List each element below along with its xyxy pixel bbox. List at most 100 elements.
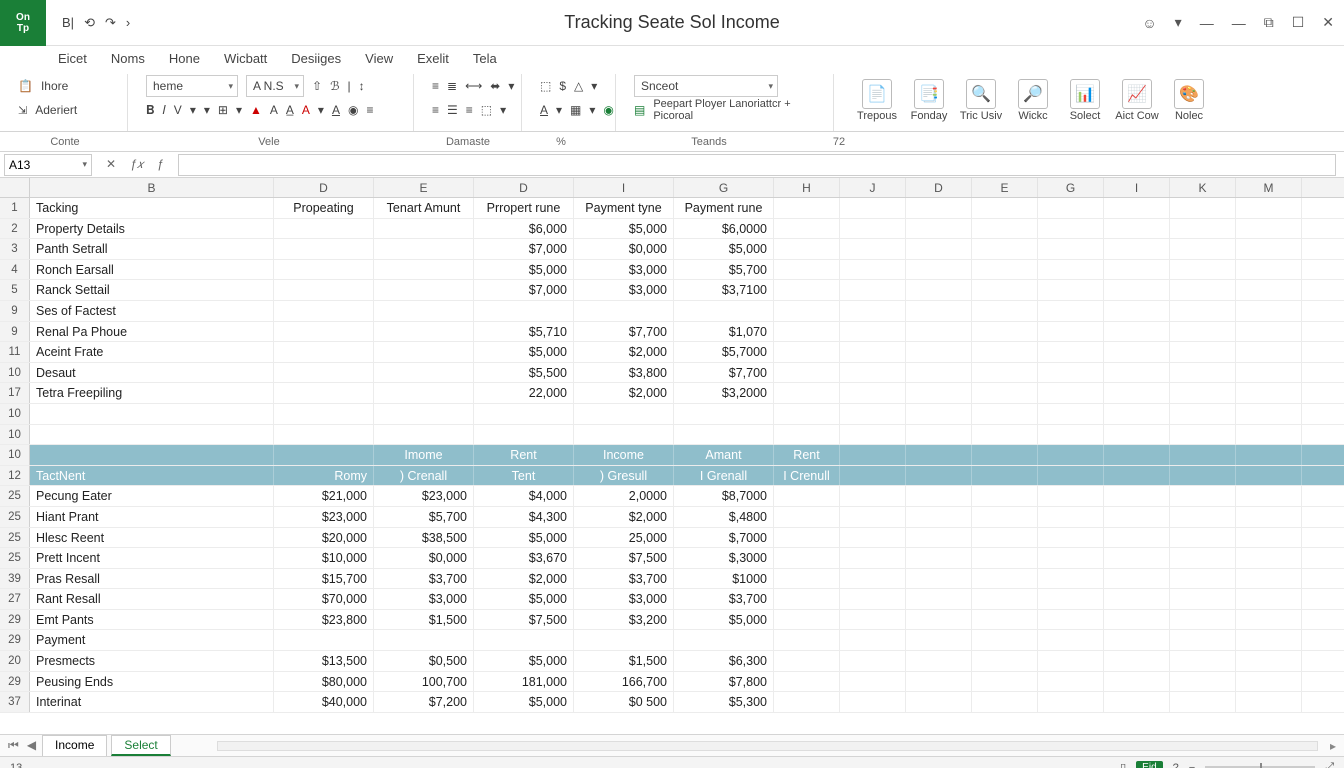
cell[interactable] bbox=[1236, 425, 1302, 445]
cell[interactable] bbox=[1236, 672, 1302, 692]
fx-insert-icon[interactable]: ƒ𝑥 bbox=[130, 157, 143, 172]
sheet-nav-icon[interactable]: ◀ bbox=[27, 738, 36, 753]
cell[interactable] bbox=[1104, 219, 1170, 239]
cell[interactable] bbox=[374, 219, 474, 239]
row-header[interactable]: 1 bbox=[0, 198, 30, 218]
cell[interactable] bbox=[1038, 342, 1104, 362]
cell[interactable]: $1,070 bbox=[674, 322, 774, 342]
cell[interactable] bbox=[774, 548, 840, 568]
align-left-icon[interactable]: ≡ bbox=[432, 103, 439, 117]
cell[interactable] bbox=[840, 363, 906, 383]
cell[interactable]: $5,000 bbox=[474, 260, 574, 280]
cell[interactable] bbox=[906, 260, 972, 280]
cell[interactable] bbox=[774, 404, 840, 424]
ribbon-button[interactable]: 🔍Tric Usiv bbox=[956, 79, 1006, 122]
cell[interactable] bbox=[840, 404, 906, 424]
column-header[interactable]: G bbox=[674, 178, 774, 197]
cell[interactable] bbox=[972, 630, 1038, 650]
cell[interactable]: $0,500 bbox=[374, 651, 474, 671]
cell[interactable] bbox=[674, 404, 774, 424]
cell[interactable] bbox=[1104, 548, 1170, 568]
cell[interactable]: $5,700 bbox=[674, 260, 774, 280]
cell[interactable] bbox=[1170, 383, 1236, 403]
cell[interactable] bbox=[906, 445, 972, 465]
cell[interactable] bbox=[972, 692, 1038, 712]
cell[interactable] bbox=[906, 486, 972, 506]
column-header[interactable]: D bbox=[474, 178, 574, 197]
cell[interactable]: $4,300 bbox=[474, 507, 574, 527]
formula-bar[interactable] bbox=[178, 154, 1336, 176]
cell[interactable]: $15,700 bbox=[274, 569, 374, 589]
cell[interactable] bbox=[1170, 342, 1236, 362]
cell[interactable] bbox=[906, 383, 972, 403]
cell[interactable] bbox=[1038, 198, 1104, 218]
cell[interactable] bbox=[674, 301, 774, 321]
cell[interactable]: $5,000 bbox=[574, 219, 674, 239]
cell[interactable]: Hiant Prant bbox=[30, 507, 274, 527]
horizontal-scrollbar[interactable] bbox=[217, 741, 1318, 751]
cell[interactable] bbox=[674, 425, 774, 445]
fx-check-icon[interactable]: ƒ bbox=[157, 157, 164, 172]
ribbon-button[interactable]: 🎨Nolec bbox=[1164, 79, 1214, 122]
cell[interactable] bbox=[1038, 383, 1104, 403]
cell[interactable] bbox=[774, 425, 840, 445]
cell[interactable]: $3,000 bbox=[574, 589, 674, 609]
cell[interactable]: $2,000 bbox=[574, 507, 674, 527]
row-header[interactable]: 3 bbox=[0, 239, 30, 259]
cell[interactable]: $38,500 bbox=[374, 528, 474, 548]
cell[interactable] bbox=[1236, 404, 1302, 424]
cell[interactable] bbox=[674, 630, 774, 650]
clipboard-icon[interactable]: ⇲ bbox=[18, 104, 27, 117]
cell[interactable]: $0 500 bbox=[574, 692, 674, 712]
cell[interactable]: I Crenull bbox=[774, 466, 840, 486]
cell[interactable] bbox=[972, 466, 1038, 486]
cell[interactable]: $,4800 bbox=[674, 507, 774, 527]
cell[interactable] bbox=[1170, 445, 1236, 465]
cell[interactable]: Romy bbox=[274, 466, 374, 486]
cell[interactable] bbox=[906, 198, 972, 218]
cell[interactable]: Payment bbox=[30, 630, 274, 650]
cell[interactable] bbox=[1170, 466, 1236, 486]
cell[interactable] bbox=[1104, 672, 1170, 692]
cell[interactable]: Pecung Eater bbox=[30, 486, 274, 506]
cell[interactable]: Property Details bbox=[30, 219, 274, 239]
cell[interactable] bbox=[972, 486, 1038, 506]
cell[interactable]: $0,000 bbox=[374, 548, 474, 568]
cell[interactable] bbox=[1104, 610, 1170, 630]
dropdown-icon[interactable]: ▾ bbox=[1175, 14, 1182, 31]
cell[interactable] bbox=[1170, 301, 1236, 321]
cell[interactable] bbox=[374, 322, 474, 342]
row-header[interactable]: 39 bbox=[0, 569, 30, 589]
cell[interactable] bbox=[1104, 651, 1170, 671]
row-header[interactable]: 25 bbox=[0, 507, 30, 527]
cell[interactable] bbox=[1236, 342, 1302, 362]
cell[interactable] bbox=[274, 239, 374, 259]
cell[interactable]: $1000 bbox=[674, 569, 774, 589]
cell[interactable] bbox=[1104, 692, 1170, 712]
cell[interactable]: $3,670 bbox=[474, 548, 574, 568]
cell[interactable]: $5,000 bbox=[674, 239, 774, 259]
cell[interactable]: $7,700 bbox=[574, 322, 674, 342]
row-header[interactable]: 10 bbox=[0, 404, 30, 424]
cell[interactable]: ) Gresull bbox=[574, 466, 674, 486]
cell[interactable] bbox=[906, 239, 972, 259]
ribbon-button[interactable]: 📄Trepous bbox=[852, 79, 902, 122]
cell[interactable] bbox=[840, 569, 906, 589]
row-header[interactable]: 11 bbox=[0, 342, 30, 362]
ribbon-button[interactable]: 📑Fonday bbox=[904, 79, 954, 122]
cell[interactable] bbox=[906, 219, 972, 239]
cell[interactable] bbox=[1170, 239, 1236, 259]
row-header[interactable]: 4 bbox=[0, 260, 30, 280]
cell[interactable]: $23,000 bbox=[374, 486, 474, 506]
cell[interactable] bbox=[1104, 528, 1170, 548]
cell[interactable] bbox=[1038, 280, 1104, 300]
cell[interactable] bbox=[774, 239, 840, 259]
spreadsheet-grid[interactable]: BDEDIGHJDEGIKM 1TackingPropeatingTenart … bbox=[0, 178, 1344, 734]
cell[interactable]: Renal Pa Phoue bbox=[30, 322, 274, 342]
cell[interactable] bbox=[1038, 425, 1104, 445]
name-box[interactable]: A13 bbox=[4, 154, 92, 176]
cell[interactable] bbox=[774, 651, 840, 671]
column-header[interactable]: K bbox=[1170, 178, 1236, 197]
cell[interactable] bbox=[1170, 219, 1236, 239]
cell[interactable]: 22,000 bbox=[474, 383, 574, 403]
